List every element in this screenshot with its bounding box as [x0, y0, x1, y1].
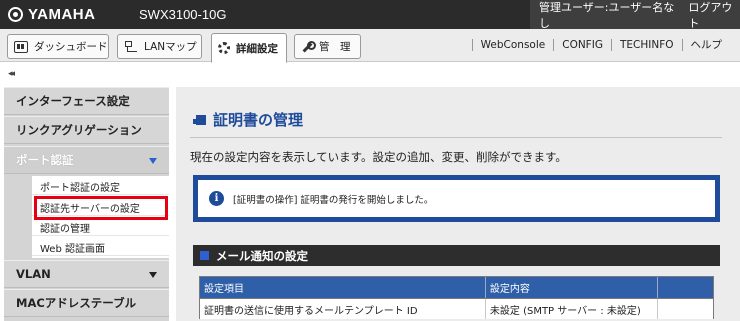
sidebar-item-label: ポート認証	[16, 153, 74, 167]
wrench-icon	[301, 40, 316, 53]
tab-label: 詳細設定	[236, 42, 278, 55]
header-links: WebConsole CONFIG TECHINFO ヘルプ	[471, 39, 731, 51]
table-cell-action	[658, 299, 713, 319]
notice-box: i [証明書の操作] 証明書の発行を開始しました。	[193, 175, 720, 222]
page-title: 証明書の管理	[193, 109, 304, 130]
table-header-row: 設定項目 設定内容	[200, 277, 713, 298]
title-divider	[190, 137, 722, 138]
sidebar-item-link-aggregation[interactable]: リンクアグリゲーション	[4, 116, 169, 144]
sidebar-item-label: リンクアグリゲーション	[16, 123, 142, 137]
notice-text: [証明書の操作] 証明書の発行を開始しました。	[233, 194, 434, 206]
section-title: メール通知の設定	[216, 248, 308, 263]
dashboard-icon	[14, 40, 28, 53]
sidebar-item-label: インターフェース設定	[16, 94, 130, 108]
collapse-sidebar-icon[interactable]: ◂◂	[8, 69, 15, 79]
tab-bar: ダッシュボード LANマップ 詳細設定 管 理 WebConsole CONFI…	[0, 29, 740, 63]
lan-map-icon	[124, 40, 138, 53]
page-title-text: 証明書の管理	[213, 111, 304, 129]
title-icon	[193, 114, 206, 125]
top-bar: YAMAHA SWX3100-10G 管理ユーザー:ユーザー名なし ログアウト	[0, 0, 740, 31]
user-box: 管理ユーザー:ユーザー名なし ログアウト	[530, 0, 740, 31]
table-row: 証明書の送信に使用するメールテンプレート ID 未設定 (SMTP サーバー :…	[200, 298, 713, 319]
section-header: メール通知の設定	[193, 245, 720, 266]
sidebar-subitem-port-auth-settings[interactable]: ポート認証の設定	[32, 179, 169, 195]
highlight-box	[34, 196, 168, 220]
sidebar-item-label: VLAN	[16, 267, 51, 281]
techinfo-link[interactable]: TECHINFO	[610, 39, 682, 51]
column-header-item: 設定項目	[200, 277, 486, 298]
tab-management[interactable]: 管 理	[294, 34, 361, 59]
config-link[interactable]: CONFIG	[553, 39, 611, 51]
sidebar-item-interface[interactable]: インターフェース設定	[4, 87, 169, 115]
settings-table: 設定項目 設定内容 証明書の送信に使用するメールテンプレート ID 未設定 (S…	[199, 276, 714, 319]
sidebar-subitem-auth-management[interactable]: 認証の管理	[32, 220, 169, 236]
table-cell-value: 未設定 (SMTP サーバー : 未設定)	[486, 299, 659, 319]
logo-text: YAMAHA	[28, 6, 96, 23]
tab-label: ダッシュボード	[34, 41, 108, 53]
chevron-down-icon	[149, 158, 157, 164]
sidebar-item-mac-table[interactable]: MACアドレステーブル	[4, 289, 169, 317]
sidebar-subitem-label: 認証の管理	[40, 224, 90, 235]
device-model: SWX3100-10G	[139, 7, 227, 22]
tab-label: LANマップ	[144, 41, 197, 53]
tab-lan-map[interactable]: LANマップ	[117, 34, 202, 59]
help-link[interactable]: ヘルプ	[681, 39, 731, 51]
section-marker-icon	[200, 251, 209, 260]
sidebar-item-vlan[interactable]: VLAN	[4, 260, 169, 288]
sidebar-item-port-auth[interactable]: ポート認証	[4, 146, 169, 174]
sidebar-subitem-label: Web 認証画面	[40, 244, 105, 255]
table-cell-item: 証明書の送信に使用するメールテンプレート ID	[200, 299, 486, 319]
tab-label: 管 理	[319, 41, 351, 53]
column-header-value: 設定内容	[486, 277, 659, 298]
user-label: 管理ユーザー:ユーザー名なし	[539, 0, 675, 30]
webconsole-link[interactable]: WebConsole	[471, 39, 554, 51]
yamaha-logo-icon	[8, 7, 23, 22]
chevron-down-icon	[149, 272, 157, 278]
column-header-action	[658, 277, 713, 298]
page-description: 現在の設定内容を表示しています。設定の追加、変更、削除ができます。	[190, 150, 567, 164]
logout-link[interactable]: ログアウト	[688, 0, 740, 31]
info-icon: i	[209, 191, 224, 206]
gear-icon	[218, 42, 230, 54]
tab-advanced-settings[interactable]: 詳細設定	[211, 33, 287, 63]
yamaha-logo: YAMAHA	[8, 6, 95, 23]
sidebar-item-label: MACアドレステーブル	[16, 296, 137, 310]
sidebar-subitem-web-auth[interactable]: Web 認証画面	[32, 240, 169, 256]
sidebar-subitem-label: ポート認証の設定	[40, 183, 120, 194]
tab-dashboard[interactable]: ダッシュボード	[7, 34, 109, 59]
